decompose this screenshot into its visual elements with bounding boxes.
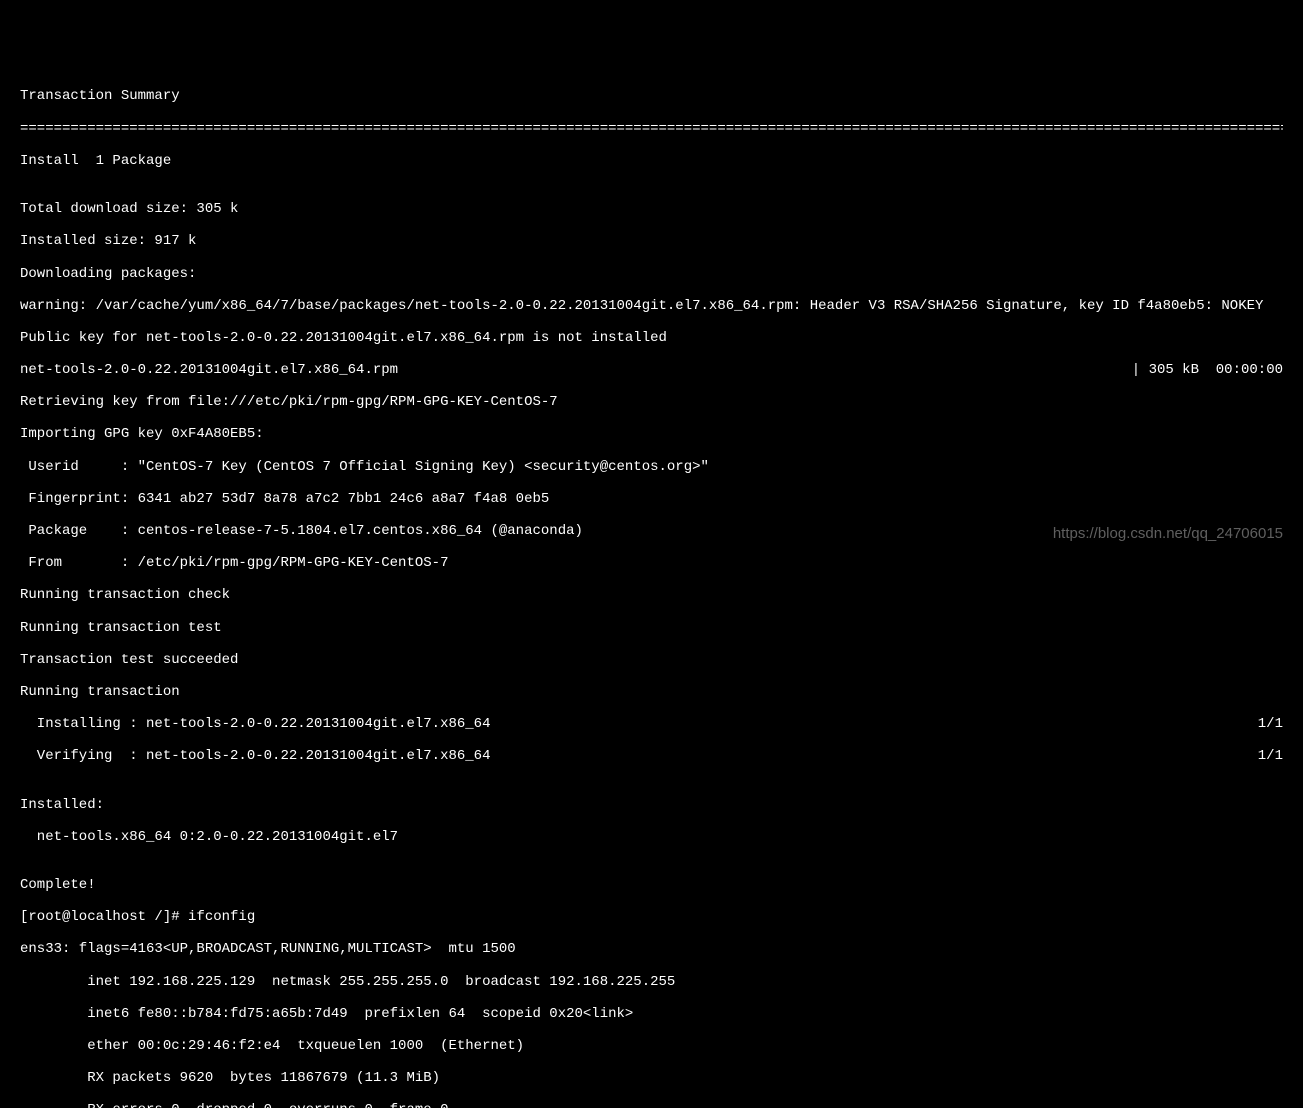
running-transaction: Running transaction <box>20 684 1283 700</box>
ifconfig-ether: ether 00:0c:29:46:f2:e4 txqueuelen 1000 … <box>20 1038 1283 1054</box>
divider-line: ========================================… <box>20 121 1283 137</box>
public-key-line: Public key for net-tools-2.0-0.22.201310… <box>20 330 1283 346</box>
installing-package-name: Installing : net-tools-2.0-0.22.20131004… <box>20 716 490 732</box>
verifying-line: Verifying : net-tools-2.0-0.22.20131004g… <box>20 748 1283 764</box>
installing-line: Installing : net-tools-2.0-0.22.20131004… <box>20 716 1283 732</box>
gpg-fingerprint: Fingerprint: 6341 ab27 53d7 8a78 a7c2 7b… <box>20 491 1283 507</box>
warning-line: warning: /var/cache/yum/x86_64/7/base/pa… <box>20 298 1283 314</box>
gpg-from: From : /etc/pki/rpm-gpg/RPM-GPG-KEY-Cent… <box>20 555 1283 571</box>
running-check: Running transaction check <box>20 587 1283 603</box>
installed-size: Installed size: 917 k <box>20 233 1283 249</box>
rpm-name: net-tools-2.0-0.22.20131004git.el7.x86_6… <box>20 362 398 378</box>
ifconfig-inet: inet 192.168.225.129 netmask 255.255.255… <box>20 974 1283 990</box>
verifying-progress: 1/1 <box>1258 748 1283 764</box>
importing-key: Importing GPG key 0xF4A80EB5: <box>20 426 1283 442</box>
install-package-count: Install 1 Package <box>20 153 1283 169</box>
installed-package: net-tools.x86_64 0:2.0-0.22.20131004git.… <box>20 829 1283 845</box>
gpg-userid: Userid : "CentOS-7 Key (CentOS 7 Officia… <box>20 459 1283 475</box>
shell-prompt[interactable]: [root@localhost /]# ifconfig <box>20 909 1283 925</box>
ifconfig-inet6: inet6 fe80::b784:fd75:a65b:7d49 prefixle… <box>20 1006 1283 1022</box>
terminal-output: Transaction Summary ====================… <box>20 72 1283 1108</box>
rpm-progress-status: | 305 kB 00:00:00 <box>1132 362 1283 378</box>
ifconfig-interface: ens33: flags=4163<UP,BROADCAST,RUNNING,M… <box>20 941 1283 957</box>
ifconfig-rx-errors: RX errors 0 dropped 0 overruns 0 frame 0 <box>20 1102 1283 1108</box>
complete-message: Complete! <box>20 877 1283 893</box>
verifying-package-name: Verifying : net-tools-2.0-0.22.20131004g… <box>20 748 490 764</box>
retrieving-key: Retrieving key from file:///etc/pki/rpm-… <box>20 394 1283 410</box>
ifconfig-rx-packets: RX packets 9620 bytes 11867679 (11.3 MiB… <box>20 1070 1283 1086</box>
watermark-text: https://blog.csdn.net/qq_24706015 <box>1053 525 1283 542</box>
downloading-packages: Downloading packages: <box>20 266 1283 282</box>
total-download-size: Total download size: 305 k <box>20 201 1283 217</box>
test-succeeded: Transaction test succeeded <box>20 652 1283 668</box>
running-test: Running transaction test <box>20 620 1283 636</box>
rpm-download-progress: net-tools-2.0-0.22.20131004git.el7.x86_6… <box>20 362 1283 378</box>
transaction-summary-header: Transaction Summary <box>20 88 1283 104</box>
installing-progress: 1/1 <box>1258 716 1283 732</box>
installed-header: Installed: <box>20 797 1283 813</box>
